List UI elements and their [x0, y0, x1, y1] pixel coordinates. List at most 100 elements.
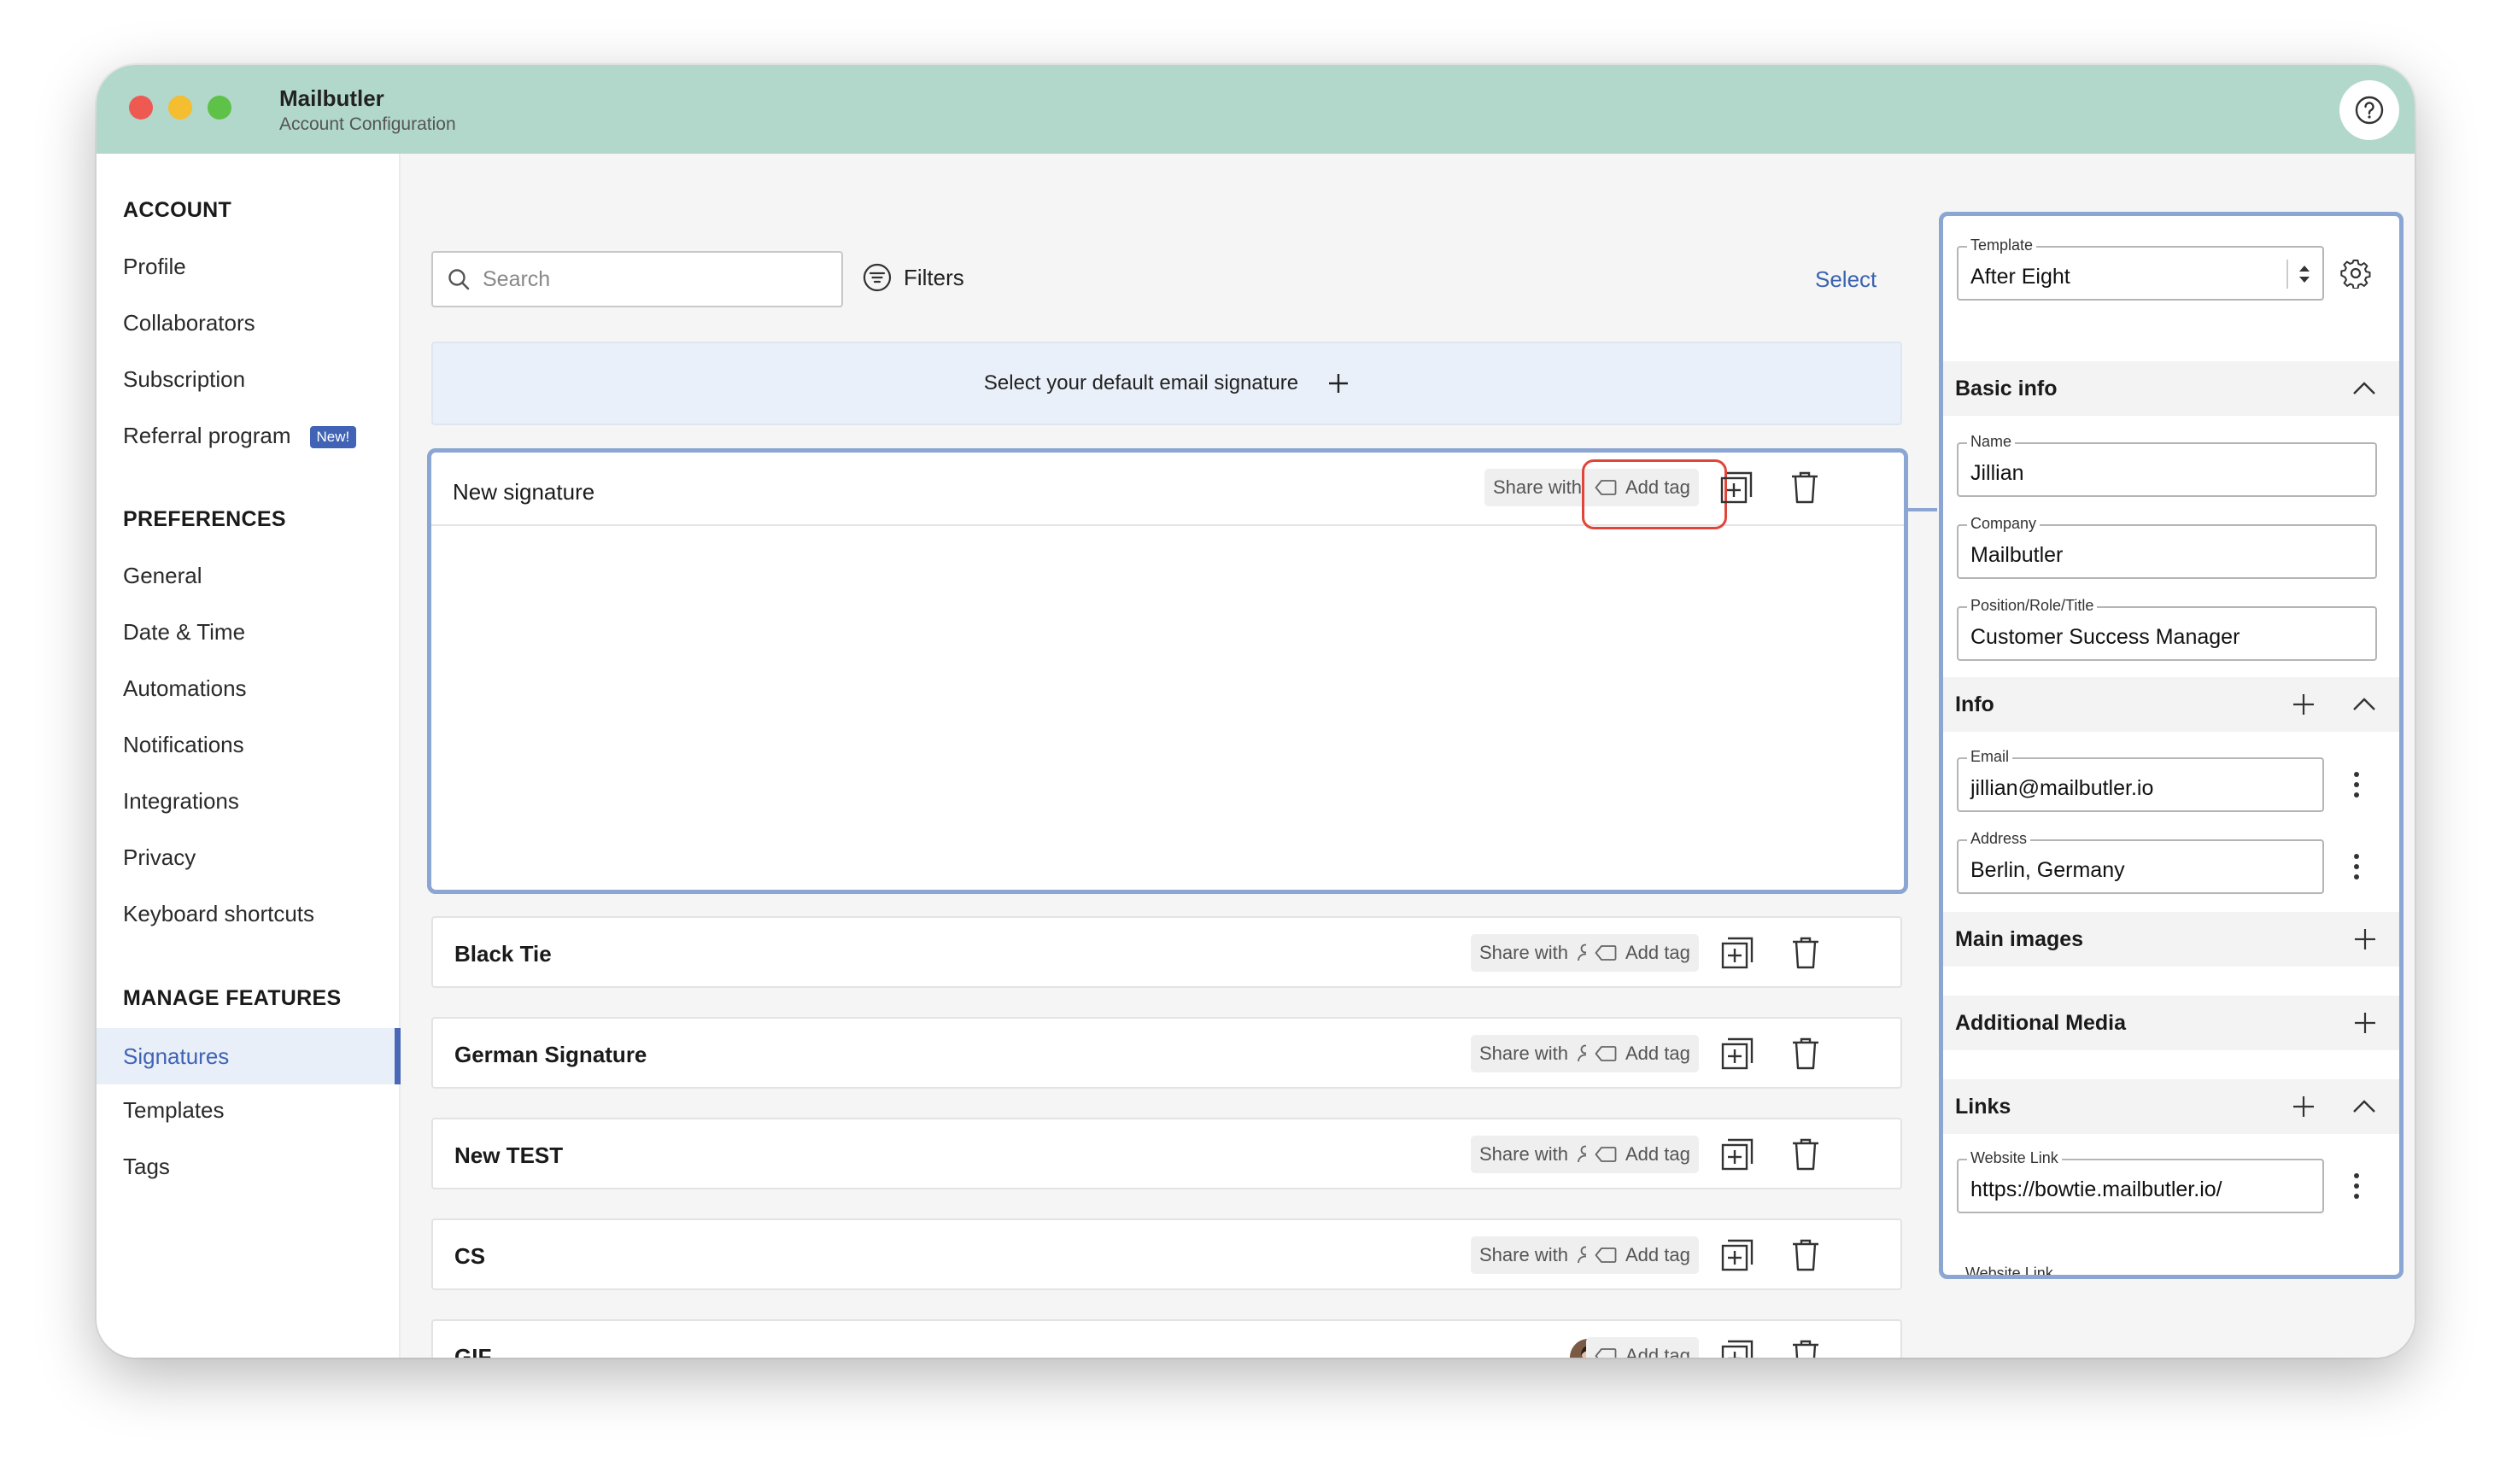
tag-icon — [1595, 1348, 1617, 1358]
section-title: Additional Media — [1955, 1010, 2126, 1035]
sidebar-item-referral-program[interactable]: Referral program New! — [123, 423, 357, 449]
main-content: Filters Select Select your default email… — [401, 154, 2415, 1358]
company-field[interactable]: Company Mailbutler — [1957, 515, 2377, 579]
sidebar-item-profile[interactable]: Profile — [123, 254, 186, 280]
app-subtitle: Account Configuration — [279, 114, 456, 134]
sidebar-item-subscription[interactable]: Subscription — [123, 366, 245, 393]
add-tag-button[interactable]: Add tag — [1586, 1136, 1699, 1173]
field-value: Jillian — [1970, 461, 2024, 485]
email-field[interactable]: Email jillian@mailbutler.io — [1957, 748, 2324, 812]
add-tag-button[interactable]: Add tag — [1586, 1337, 1699, 1358]
trash-icon — [1793, 937, 1818, 969]
sidebar-item-tags[interactable]: Tags — [123, 1154, 170, 1180]
chevron-up-icon[interactable] — [2351, 1099, 2377, 1114]
template-select[interactable]: Template After Eight — [1957, 237, 2324, 301]
field-label: Position/Role/Title — [1967, 597, 2098, 615]
sidebar-item-date-time[interactable]: Date & Time — [123, 619, 245, 646]
sidebar-item-templates[interactable]: Templates — [123, 1097, 225, 1124]
sidebar-heading-manage-features: MANAGE FEATURES — [123, 986, 342, 1010]
search-field[interactable] — [431, 251, 843, 307]
signature-card[interactable]: New TEST Share with Add tag — [431, 1118, 1902, 1189]
sidebar-item-privacy[interactable]: Privacy — [123, 844, 196, 871]
section-additional-media[interactable]: Additional Media — [1943, 996, 2399, 1050]
website-link-field[interactable]: Website Link https://bowtie.mailbutler.i… — [1957, 1149, 2324, 1213]
signature-card[interactable]: German Signature Share with Add tag — [431, 1017, 1902, 1089]
sidebar-item-keyboard-shortcuts[interactable]: Keyboard shortcuts — [123, 901, 314, 927]
signature-card-expanded[interactable]: New signature Share with Add tag — [427, 448, 1908, 894]
select-divider — [2286, 260, 2288, 289]
duplicate-button[interactable] — [1718, 933, 1757, 973]
more-options-icon[interactable] — [2348, 1169, 2365, 1203]
duplicate-button[interactable] — [1718, 1034, 1757, 1073]
section-info[interactable]: Info — [1943, 677, 2399, 732]
share-with-label: Share with — [1479, 1143, 1568, 1165]
signature-name: GIF — [454, 1344, 492, 1358]
sidebar-item-automations[interactable]: Automations — [123, 675, 247, 702]
plus-icon[interactable] — [2353, 1011, 2377, 1035]
plus-icon[interactable] — [2292, 692, 2316, 716]
duplicate-button[interactable] — [1717, 468, 1756, 507]
sidebar-item-integrations[interactable]: Integrations — [123, 788, 239, 815]
delete-button[interactable] — [1786, 1336, 1825, 1358]
section-main-images[interactable]: Main images — [1943, 912, 2399, 967]
plus-icon[interactable] — [1327, 372, 1350, 394]
field-value: jillian@mailbutler.io — [1970, 776, 2154, 800]
name-field[interactable]: Name Jillian — [1957, 433, 2377, 497]
close-window-button[interactable] — [129, 96, 153, 120]
select-button[interactable]: Select — [1815, 266, 1877, 293]
field-label: Name — [1967, 433, 2016, 451]
more-options-icon[interactable] — [2348, 850, 2365, 884]
zoom-window-button[interactable] — [208, 96, 231, 120]
title-bar: Mailbutler Account Configuration — [97, 65, 2415, 154]
share-with-label: Share with — [1493, 476, 1582, 498]
sidebar-item-general[interactable]: General — [123, 563, 202, 589]
signature-editor-panel: Template After Eight Basic info Name Jil… — [1939, 212, 2404, 1279]
help-button[interactable] — [2339, 80, 2399, 140]
chevron-up-icon[interactable] — [2351, 697, 2377, 712]
duplicate-button[interactable] — [1718, 1236, 1757, 1275]
signature-card[interactable]: GIF Add tag — [431, 1319, 1902, 1358]
chevron-up-icon[interactable] — [2351, 381, 2377, 396]
delete-button[interactable] — [1786, 1236, 1825, 1275]
delete-button[interactable] — [1786, 933, 1825, 973]
add-tag-button[interactable]: Add tag — [1586, 934, 1699, 972]
search-input[interactable] — [483, 266, 807, 292]
more-options-icon[interactable] — [2348, 768, 2365, 802]
plus-icon[interactable] — [2292, 1095, 2316, 1119]
plus-icon[interactable] — [2353, 927, 2377, 951]
signature-card-header: New signature Share with Add tag — [431, 453, 1904, 529]
default-signature-bar[interactable]: Select your default email signature — [431, 342, 1902, 425]
add-tag-button[interactable]: Add tag — [1586, 469, 1699, 506]
address-field[interactable]: Address Berlin, Germany — [1957, 830, 2324, 894]
new-badge: New! — [309, 426, 357, 448]
add-tag-label: Add tag — [1625, 476, 1690, 498]
delete-button[interactable] — [1786, 1034, 1825, 1073]
editor-connector — [1908, 508, 1937, 511]
sidebar-item-signatures[interactable]: Signatures — [97, 1028, 401, 1084]
section-basic-info[interactable]: Basic info — [1943, 361, 2399, 416]
section-title: Links — [1955, 1094, 2011, 1119]
duplicate-button[interactable] — [1718, 1135, 1757, 1174]
field-value: https://bowtie.mailbutler.io/ — [1970, 1177, 2222, 1201]
duplicate-icon — [1721, 1239, 1754, 1271]
trash-icon — [1792, 471, 1818, 504]
field-label: Website Link — [1967, 1149, 2062, 1167]
signature-card[interactable]: Black Tie Share with Add tag — [431, 916, 1902, 988]
sidebar-item-notifications[interactable]: Notifications — [123, 732, 244, 758]
filters-button[interactable]: Filters — [863, 263, 964, 292]
position-field[interactable]: Position/Role/Title Customer Success Man… — [1957, 597, 2377, 661]
template-settings-button[interactable] — [2340, 258, 2371, 289]
duplicate-icon — [1721, 937, 1754, 969]
delete-button[interactable] — [1786, 1135, 1825, 1174]
add-tag-button[interactable]: Add tag — [1586, 1035, 1699, 1072]
minimize-window-button[interactable] — [168, 96, 192, 120]
section-title: Info — [1955, 692, 1994, 716]
section-links[interactable]: Links — [1943, 1079, 2399, 1134]
signature-card[interactable]: CS Share with Add tag — [431, 1218, 1902, 1290]
sidebar-item-collaborators[interactable]: Collaborators — [123, 310, 255, 336]
trash-icon — [1793, 1239, 1818, 1271]
add-tag-button[interactable]: Add tag — [1586, 1236, 1699, 1274]
delete-button[interactable] — [1785, 468, 1824, 507]
add-tag-label: Add tag — [1625, 1244, 1690, 1265]
duplicate-button[interactable] — [1718, 1336, 1757, 1358]
